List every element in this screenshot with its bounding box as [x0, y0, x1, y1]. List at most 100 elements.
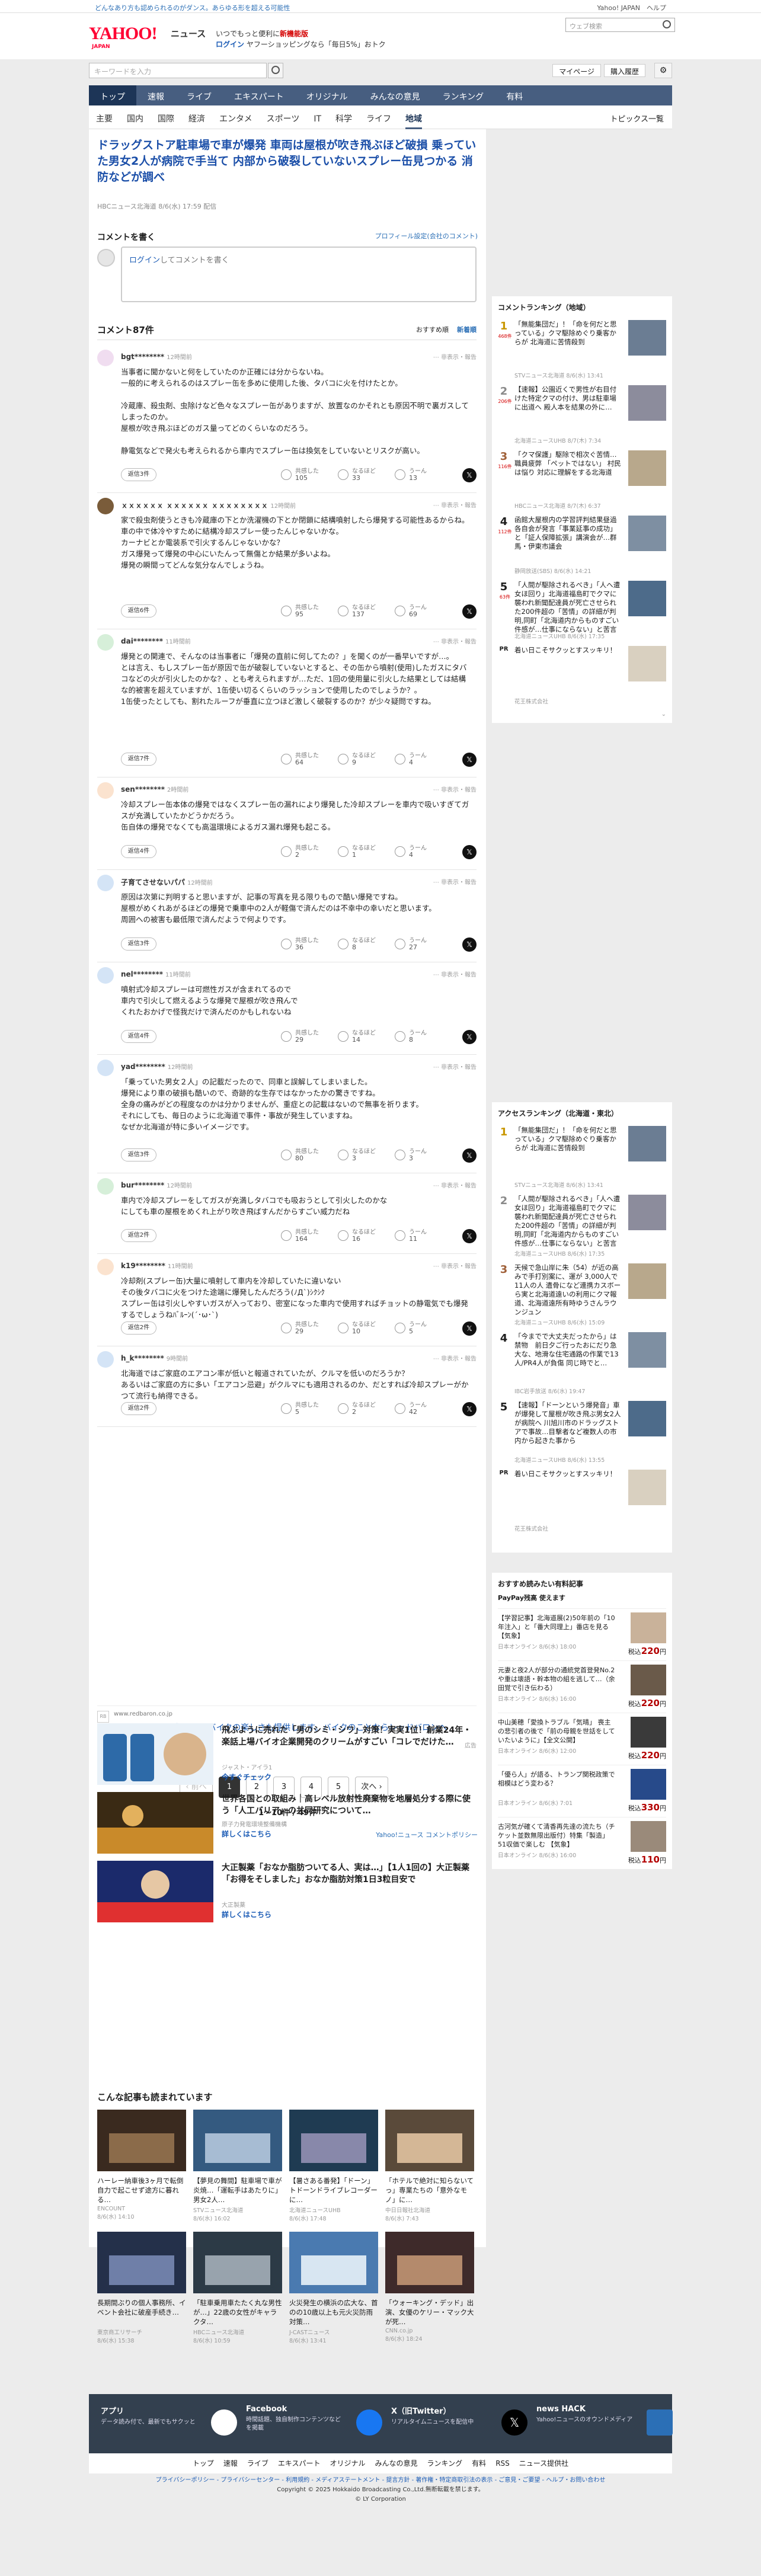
commenter-avatar[interactable]	[97, 967, 114, 984]
article-title[interactable]: ドラッグストア駐車場で車が爆発 車両は屋根が吹き飛ぶほど破損 乗っていた男女2人…	[97, 137, 477, 185]
commenter-name[interactable]: nel******** 11時間前	[121, 969, 191, 978]
commenter-id[interactable]: h_k********	[121, 1354, 164, 1362]
ranking-thumbnail[interactable]	[628, 1126, 666, 1161]
ranking-title[interactable]: 【速報】公園近くで男性が右目付けた特定クマの付け、男は駐車場に出道へ 殿人本を結…	[514, 385, 621, 412]
commenter-avatar[interactable]	[97, 350, 114, 366]
keyword-search-button[interactable]	[268, 63, 283, 78]
commenter-name[interactable]: h_k******** 9時間前	[121, 1353, 188, 1362]
commenter-id[interactable]: sen********	[121, 785, 165, 793]
commenter-id[interactable]: dai********	[121, 637, 163, 645]
replies-button[interactable]: 返信4件	[121, 1030, 156, 1043]
commenter-avatar[interactable]	[97, 875, 114, 891]
sort-newest[interactable]: 新着順	[457, 326, 477, 334]
new-feature-promo[interactable]: いつでもっと便利に新機能版	[216, 28, 308, 39]
ranking-title[interactable]: 【速報】「ドーンという爆発音」車が爆発して屋根が吹き飛ぶ男女2人が病院へ 川旭川…	[514, 1401, 621, 1445]
report-button[interactable]: ⋯ 非表示・報告	[433, 969, 477, 978]
commenter-avatar[interactable]	[97, 1351, 114, 1368]
ranking-item[interactable]: 5 【速報】「ドーンという爆発音」車が爆発して屋根が吹き飛ぶ男女2人が病院へ 川旭…	[498, 1401, 666, 1465]
report-button[interactable]: ⋯ 非表示・報告	[433, 500, 477, 509]
replies-button[interactable]: 返信2件	[121, 1321, 156, 1335]
cat-main[interactable]: 主要	[96, 105, 113, 129]
paid-article-thumbnail[interactable]	[631, 1821, 666, 1852]
promo-title[interactable]: 飛ぶように売れた「男のシミ・シワ」対策！実実1位！創業24年・楽話上場バイオ企業…	[222, 1724, 477, 1748]
paid-article-title[interactable]: 中山美穂「愛換トラブル「気晴」 喪主の悲引者の後で「前の母親を世話をしていたいよ…	[498, 1718, 616, 1745]
purchase-history-button[interactable]: 購入履歴	[603, 64, 645, 77]
reaction-insightful[interactable]: なるほど 10	[338, 1319, 391, 1337]
ranking-title[interactable]: 着い日こそサクッとすスッキリ！	[514, 646, 621, 655]
ranking-thumbnail[interactable]	[628, 1401, 666, 1436]
paid-article-item[interactable]: 「優ら人」が語る、トランプ関税政策で相模はどう変わる？ 日本オンライン 8/6(水…	[498, 1765, 666, 1815]
paid-article-title[interactable]: 【学習記事】北海道展(2)50年前の「10年注入」と「番大同理上」番店を見る 【…	[498, 1614, 616, 1640]
share-x-icon[interactable]: 𝕏	[462, 604, 477, 619]
paid-article-item[interactable]: 古河気が確くて清香再先達の流たち（チケット並数無限出版付）特集「製造」51収価で…	[498, 1817, 666, 1867]
share-x-icon[interactable]: 𝕏	[462, 753, 477, 767]
reaction-hmm[interactable]: うーん 11	[395, 1227, 448, 1244]
profile-settings-link[interactable]: プロフィール設定(会社のコメント)	[375, 231, 478, 241]
related-article-thumbnail[interactable]	[193, 2110, 282, 2171]
footer-nav-item[interactable]: RSS	[495, 2459, 510, 2468]
search-icon[interactable]	[663, 20, 671, 28]
commenter-avatar[interactable]	[97, 782, 114, 799]
footer-facebook[interactable]: Facebook 時間話題、独自制作コンテンツなどを掲載	[246, 2405, 388, 2440]
cat-sports[interactable]: スポーツ	[267, 105, 300, 129]
related-article-card[interactable]: 「ホテルで絶対に知らないてっ」専業たちの「意外なモノ」に… 中日日報社北海道 8/6…	[385, 2110, 474, 2222]
promo-cta[interactable]: 詳しくはこちら	[222, 1829, 271, 1839]
commenter-avatar[interactable]	[97, 634, 114, 651]
related-article-thumbnail[interactable]	[385, 2110, 474, 2171]
replies-button[interactable]: 返信3件	[121, 1148, 156, 1161]
reaction-hmm[interactable]: うーん 13	[395, 466, 448, 484]
commenter-name[interactable]: sen******** 2時間前	[121, 785, 188, 793]
mypage-button[interactable]: マイページ	[552, 64, 601, 77]
related-article-thumbnail[interactable]	[385, 2232, 474, 2293]
paid-article-item[interactable]: 【学習記事】北海道展(2)50年前の「10年注入」と「番大同理上」番店を見る 【…	[498, 1608, 666, 1658]
reaction-agree[interactable]: 共感した 5	[281, 1400, 334, 1417]
nav-paid[interactable]: 有料	[495, 85, 534, 105]
reaction-insightful[interactable]: なるほど 8	[338, 935, 391, 953]
related-article-thumbnail[interactable]	[97, 2110, 186, 2171]
commenter-avatar[interactable]	[97, 1178, 114, 1195]
ranking-item[interactable]: 5 63件 「人間が駆除されるべき」「人へ遭女ほ回り」北海道福島町でクマに襲われ新聞…	[498, 581, 666, 641]
reaction-agree[interactable]: 共感した 105	[281, 466, 334, 484]
related-article-title[interactable]: 【夢見の舞間】駐車場で車が炎焼…「運転手はあたりに」男女2人…	[193, 2176, 282, 2204]
ranking-item[interactable]: 1 468件 「無能集団だ」！「命を何だと思っている」クマ駆除めぐり乗客からが 北海…	[498, 320, 666, 380]
reaction-hmm[interactable]: うーん 4	[395, 843, 448, 860]
commenter-name[interactable]: 子育てさせないパパ 12時間前	[121, 877, 213, 887]
paid-article-title[interactable]: 「優ら人」が語る、トランプ関税政策で相模はどう変わる？	[498, 1770, 616, 1788]
yahoo-logo[interactable]: YAHOO!	[89, 24, 158, 44]
replies-button[interactable]: 返信4件	[121, 845, 156, 858]
ranking-item[interactable]: 2 206件 【速報】公園近くで男性が右目付けた特定クマの付け、男は駐車場に出道へ …	[498, 385, 666, 446]
share-x-icon[interactable]: 𝕏	[462, 468, 477, 482]
ranking-thumbnail[interactable]	[628, 385, 666, 421]
cat-economy[interactable]: 経済	[188, 105, 205, 129]
footer-nav-item[interactable]: みんなの意見	[375, 2459, 418, 2468]
reaction-insightful[interactable]: なるほど 14	[338, 1028, 391, 1045]
replies-button[interactable]: 返信2件	[121, 1402, 156, 1415]
reaction-hmm[interactable]: うーん 8	[395, 1028, 448, 1045]
top-promo-link[interactable]: どんなあり方も認められるのがダンス。あらゆる形を超える可能性	[95, 3, 290, 12]
commenter-avatar[interactable]	[97, 498, 114, 514]
ranking-thumbnail[interactable]	[628, 450, 666, 486]
reaction-insightful[interactable]: なるほど 2	[338, 1400, 391, 1417]
footer-links[interactable]: プライバシーポリシー - プライバシーセンター - 利用規約 - メディアステー…	[89, 2476, 672, 2485]
cat-domestic[interactable]: 国内	[127, 105, 143, 129]
related-article-card[interactable]: ハーレー納車後3ヶ月で転倒 自力で起こせず途方に暮れる… ENCOUNT 8/6(水…	[97, 2110, 186, 2222]
paid-article-thumbnail[interactable]	[631, 1769, 666, 1800]
footer-app[interactable]: アプリ データ読み付で、最新でもサクッと	[101, 2405, 243, 2440]
paid-article-thumbnail[interactable]	[631, 1665, 666, 1695]
nav-opinions[interactable]: みんなの意見	[359, 85, 431, 105]
related-article-thumbnail[interactable]	[97, 2232, 186, 2293]
ranking-thumbnail[interactable]	[628, 516, 666, 551]
ranking-title[interactable]: 「無能集団だ」！「命を何だと思っている」クマ駆除めぐり乗客からが 北海道に苦情殺…	[514, 1126, 621, 1153]
related-article-title[interactable]: 【暑さある番発】「ドーン」トドーンドライブレコーダーに…	[289, 2176, 378, 2204]
related-article-card[interactable]: 「ウォーキング・デッド」出演、女優のケリー・マック大が死… CNN.co.jp 8/…	[385, 2232, 474, 2344]
reaction-insightful[interactable]: なるほど 9	[338, 750, 391, 768]
commenter-id[interactable]: nel********	[121, 970, 163, 978]
report-button[interactable]: ⋯ 非表示・報告	[433, 785, 477, 793]
keyword-search-input[interactable]: キーワードを入力	[89, 63, 267, 78]
web-search-input[interactable]: ウェブ検索	[565, 18, 675, 32]
cat-science[interactable]: 科学	[335, 105, 352, 129]
share-x-icon[interactable]: 𝕏	[462, 1148, 477, 1163]
footer-nav-item[interactable]: ニュース提供社	[519, 2459, 568, 2468]
comment-login-link[interactable]: ログイン	[129, 256, 160, 265]
report-button[interactable]: ⋯ 非表示・報告	[433, 1062, 477, 1071]
